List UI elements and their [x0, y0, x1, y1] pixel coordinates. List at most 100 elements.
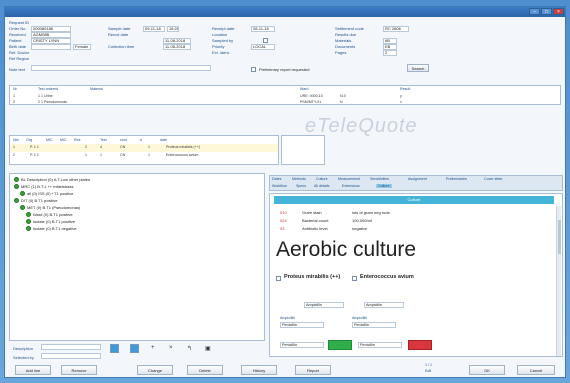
table-row[interactable]: 1	[13, 94, 15, 98]
x-icon[interactable]: ×	[169, 345, 173, 351]
close-button[interactable]: ×	[553, 8, 564, 15]
tree-item[interactable]: Isolate (0) B.T1 positive	[26, 219, 75, 225]
table-cell[interactable]: 1	[148, 145, 150, 149]
line-value[interactable]: negative	[352, 226, 367, 231]
note-field[interactable]	[31, 65, 211, 71]
status-dot-icon	[14, 177, 19, 183]
search-button[interactable]: Search	[407, 64, 429, 72]
tree-item[interactable]: MET (0) B.T1 (Pseudomonas)	[20, 205, 80, 211]
location-field[interactable]: LOCAL	[251, 44, 275, 50]
receipt-date-field[interactable]: 28-11-18	[251, 26, 275, 32]
table-cell[interactable]: 4	[100, 145, 102, 149]
status-dot-icon	[26, 226, 31, 232]
table-cell[interactable]: CN	[120, 145, 125, 149]
table-cell[interactable]: N-0	[340, 94, 346, 98]
delete-button[interactable]: Delete	[187, 365, 223, 375]
table-cell[interactable]: Proteus mirabilis (++)	[166, 145, 200, 149]
birth-date-field[interactable]	[31, 44, 71, 50]
tab-cover-letter[interactable]: Cover letter	[484, 177, 503, 181]
history-button[interactable]: History	[241, 365, 277, 375]
antibiotic-field[interactable]: Ampicillin	[304, 302, 344, 308]
tab-extensions[interactable]: Extensions	[342, 184, 360, 188]
tree-item[interactable]: MRC (1) B.T.1 ++ mittelstrass	[14, 184, 73, 190]
add-line-button[interactable]: Add line	[15, 365, 51, 375]
tree-item[interactable]: DIT (0) B.T1 positive	[14, 198, 58, 204]
line-value[interactable]: 100,000/ml	[352, 218, 372, 223]
label-note: Note text	[9, 67, 26, 72]
table-cell[interactable]: PSM/MTY-01	[300, 100, 321, 104]
collection-time-field[interactable]: 11-08-2018	[163, 44, 191, 50]
culture-panel: Culture 010 Gram stain lots of gram neg …	[269, 193, 563, 357]
tab-culture[interactable]: Culture	[316, 177, 328, 181]
tab-methods[interactable]: Methods	[292, 177, 306, 181]
tab-dates[interactable]: Dates	[272, 177, 281, 181]
tab-measurement[interactable]: Measurement	[338, 177, 360, 181]
antibiotic-field[interactable]: Ampicillin	[364, 302, 404, 308]
family-field[interactable]: Penicillin	[280, 342, 324, 348]
tree-item[interactable]: Isolate (0) B.T1 negative	[26, 226, 77, 232]
table-row[interactable]: 1	[13, 145, 15, 149]
cancel-button[interactable]: Cancel	[517, 365, 555, 375]
maximize-button[interactable]: □	[541, 8, 552, 15]
table-cell[interactable]: 1 1 Urine	[38, 94, 53, 98]
org1-checkbox[interactable]	[276, 276, 281, 281]
remove-button[interactable]: Remove	[61, 365, 97, 375]
tree-item[interactable]: BL Description (0) A.T.Low other plates	[14, 177, 90, 183]
cross-icon[interactable]: +	[151, 345, 155, 351]
culture-scrollbar[interactable]	[556, 206, 561, 356]
table-cell[interactable]: N	[340, 100, 343, 104]
table-cell[interactable]: URE: 0000-10	[300, 94, 323, 98]
list-icon[interactable]	[130, 344, 139, 353]
preliminary-checkbox[interactable]	[251, 67, 256, 72]
table-cell[interactable]: 1	[85, 153, 87, 157]
label-results-due: Results due	[335, 32, 357, 37]
sampled-checkbox[interactable]	[263, 38, 268, 43]
table-cell[interactable]: P. 1 1	[30, 153, 39, 157]
tree-item[interactable]: Ward (0) B.T1 positive	[26, 212, 73, 218]
settlement-field[interactable]: RC 2806	[383, 26, 409, 32]
sample-date-field[interactable]: 09-11-18	[143, 26, 165, 32]
description-field[interactable]	[41, 344, 101, 350]
tab-culture-active[interactable]: Culture	[376, 184, 392, 188]
sex-field[interactable]: Female	[73, 44, 91, 50]
tab-workflow[interactable]: Workflow	[272, 184, 287, 188]
selected-by-field[interactable]	[41, 353, 101, 359]
table-cell[interactable]: 2	[85, 145, 87, 149]
ok-button[interactable]: OK	[469, 365, 505, 375]
table-cell[interactable]: 1	[148, 153, 150, 157]
arrow-icon[interactable]: ↰	[187, 345, 192, 352]
pages-field[interactable]: 2	[383, 50, 397, 56]
tab-sensitivities[interactable]: Sensitivities	[370, 177, 389, 181]
antibiotic-field[interactable]: Penicillin	[352, 322, 396, 328]
table-cell[interactable]: 1	[100, 153, 102, 157]
table-cell[interactable]: x	[400, 100, 402, 104]
tab-assignment[interactable]: Assignment	[408, 177, 427, 181]
table-cell[interactable]: CN	[120, 153, 125, 157]
change-button[interactable]: Change	[137, 365, 173, 375]
order-grid: Nr Test ordered Material Ward Result 1 1…	[9, 85, 561, 105]
sample-time-field[interactable]: 16:26	[167, 26, 179, 32]
save-icon[interactable]: ▣	[205, 345, 211, 352]
family-field[interactable]: Penicillin	[358, 342, 402, 348]
table-cell[interactable]: y	[400, 94, 402, 98]
search-icon[interactable]	[110, 344, 119, 353]
table-cell[interactable]: Enterococcus avium	[166, 153, 198, 157]
antibiotic-field[interactable]: Penicillin	[280, 322, 324, 328]
table-row[interactable]: 2	[13, 100, 15, 104]
tree-item[interactable]: all (0) ISS (0) +T1 positive	[20, 191, 73, 197]
scrollbar-thumb[interactable]	[558, 220, 561, 254]
sensitive-indicator[interactable]	[328, 340, 352, 350]
line-value[interactable]: lots of gram neg rods	[352, 210, 390, 215]
grid2-h7: #	[140, 138, 142, 142]
table-row[interactable]: 2	[13, 153, 15, 157]
report-button[interactable]: Report	[295, 365, 331, 375]
tab-preliminaries[interactable]: Preliminaries	[446, 177, 467, 181]
table-cell[interactable]: P. 1 1	[30, 145, 39, 149]
minimize-button[interactable]: –	[529, 8, 540, 15]
tab-specs[interactable]: Specs	[296, 184, 306, 188]
org2-checkbox[interactable]	[352, 276, 357, 281]
label-antibiotic: Ampicillin	[280, 316, 296, 320]
resistant-indicator[interactable]	[408, 340, 432, 350]
table-cell[interactable]: 2 1 Pseudomonas	[38, 100, 67, 104]
tab-all-details[interactable]: All details	[314, 184, 329, 188]
